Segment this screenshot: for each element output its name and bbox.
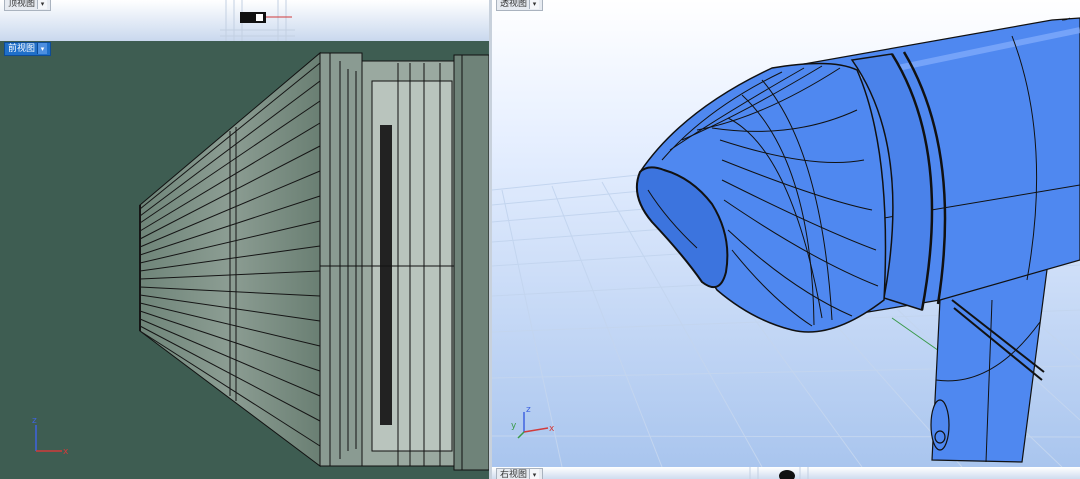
right-viewport-label-text: 右视图 [500, 470, 528, 479]
front-viewport-scene: z x [32, 51, 489, 471]
axis-z-label: z [526, 405, 531, 415]
front-viewport-label[interactable]: 前视图 ▾ [4, 42, 52, 56]
top-viewport[interactable]: 顶视图 ▾ [0, 0, 489, 41]
chevron-down-icon[interactable]: ▾ [529, 469, 540, 479]
axis-y-label: y [511, 421, 517, 431]
front-viewport-label-text: 前视图 [8, 44, 36, 54]
axis-z-label: z [32, 416, 37, 426]
chevron-down-icon[interactable]: ▾ [37, 0, 48, 9]
perspective-viewport-scene: z x y [492, 17, 1080, 467]
model-right-silhouette [779, 470, 795, 479]
top-viewport-label-text: 顶视图 [8, 0, 36, 9]
axis-gizmo: z x [32, 416, 69, 457]
chevron-down-icon[interactable]: ▾ [529, 0, 540, 9]
body-cylinder [453, 54, 489, 471]
axis-gizmo: z x y [511, 405, 555, 439]
right-viewport[interactable]: 右视图 ▾ [492, 467, 1080, 479]
front-viewport[interactable]: 前视图 ▾ z x [0, 41, 489, 479]
top-viewport-label[interactable]: 顶视图 ▾ [4, 0, 52, 11]
perspective-viewport-label[interactable]: 透视图 ▾ [496, 0, 544, 11]
right-viewport-label[interactable]: 右视图 ▾ [496, 468, 544, 479]
top-viewport-scene [220, 0, 295, 41]
perspective-viewport[interactable]: 透视图 ▾ z x y [492, 0, 1080, 467]
right-viewport-scene [749, 467, 809, 479]
chevron-down-icon[interactable]: ▾ [37, 43, 48, 54]
axis-x-label: x [549, 424, 555, 434]
axis-x-label: x [63, 447, 69, 457]
perspective-viewport-label-text: 透视图 [500, 0, 528, 9]
